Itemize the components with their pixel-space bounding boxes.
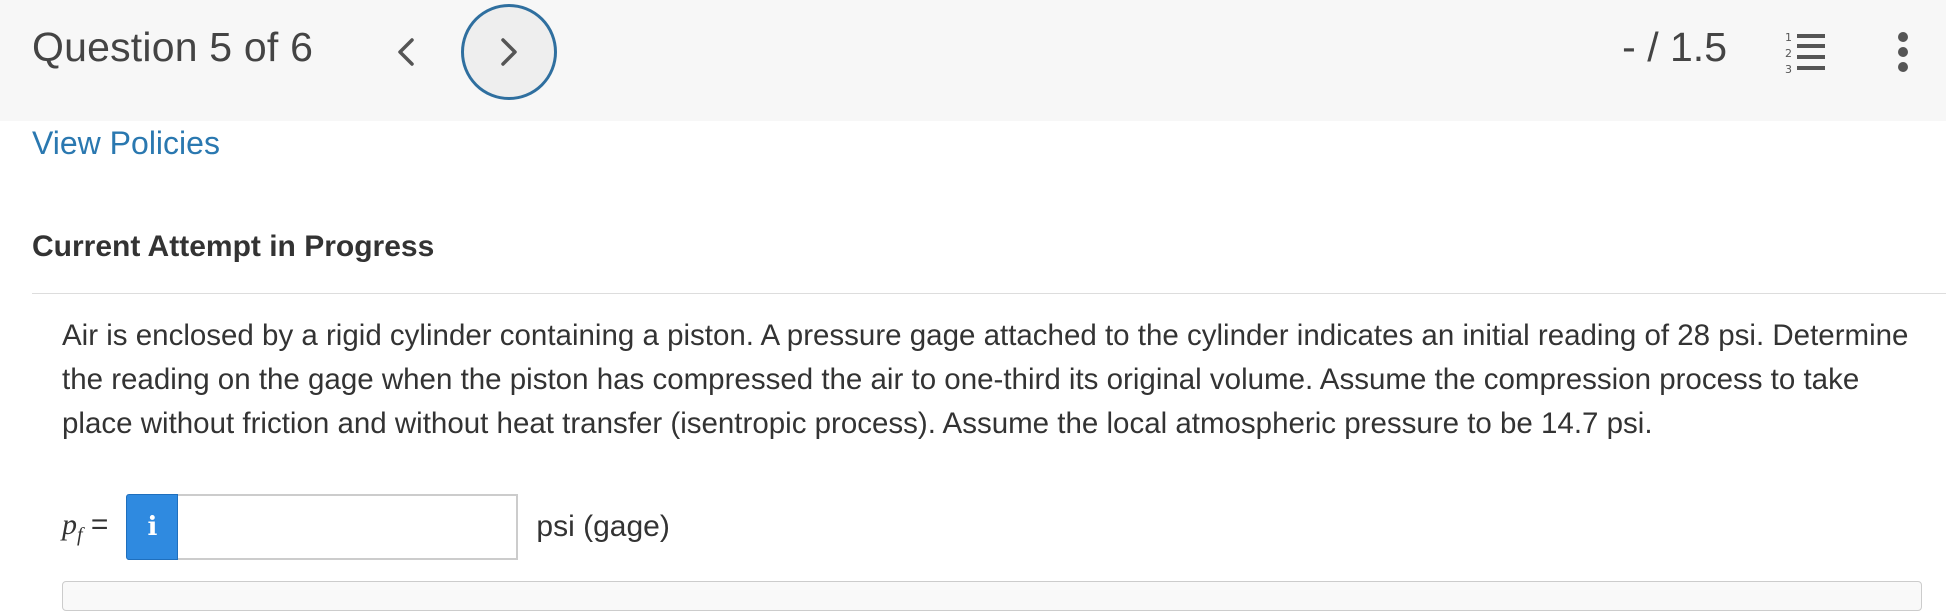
svg-text:2: 2	[1785, 47, 1792, 60]
previous-question-button[interactable]	[378, 20, 434, 84]
answer-row: pf = i psi (gage)	[62, 494, 670, 560]
section-divider	[32, 293, 1946, 294]
attempt-status-heading: Current Attempt in Progress	[32, 230, 435, 263]
next-panel-edge	[62, 581, 1922, 611]
variable-symbol: p	[62, 507, 77, 541]
view-policies-link[interactable]: View Policies	[32, 125, 220, 162]
answer-variable-label: pf =	[62, 508, 108, 547]
answer-input[interactable]	[178, 494, 519, 560]
chevron-left-icon	[398, 38, 414, 66]
top-bar: Question 5 of 6 - / 1.5 1 2 3	[0, 0, 1946, 121]
more-options-button[interactable]	[1888, 30, 1918, 74]
chevron-right-icon	[501, 38, 517, 66]
question-counter: Question 5 of 6	[32, 24, 314, 70]
question-list-button[interactable]: 1 2 3	[1780, 28, 1830, 76]
unit-label: psi (gage)	[536, 510, 670, 543]
info-button[interactable]: i	[126, 494, 179, 560]
question-text: Air is enclosed by a rigid cylinder cont…	[62, 319, 1909, 440]
numbered-list-icon: 1 2 3	[1785, 31, 1825, 76]
svg-text:3: 3	[1785, 63, 1792, 76]
vertical-ellipsis-icon	[1898, 32, 1908, 72]
score-display: - / 1.5	[1622, 24, 1727, 70]
next-question-button[interactable]	[461, 4, 557, 100]
info-icon: i	[147, 512, 158, 542]
svg-text:1: 1	[1785, 31, 1792, 44]
equals-sign: =	[82, 507, 109, 541]
